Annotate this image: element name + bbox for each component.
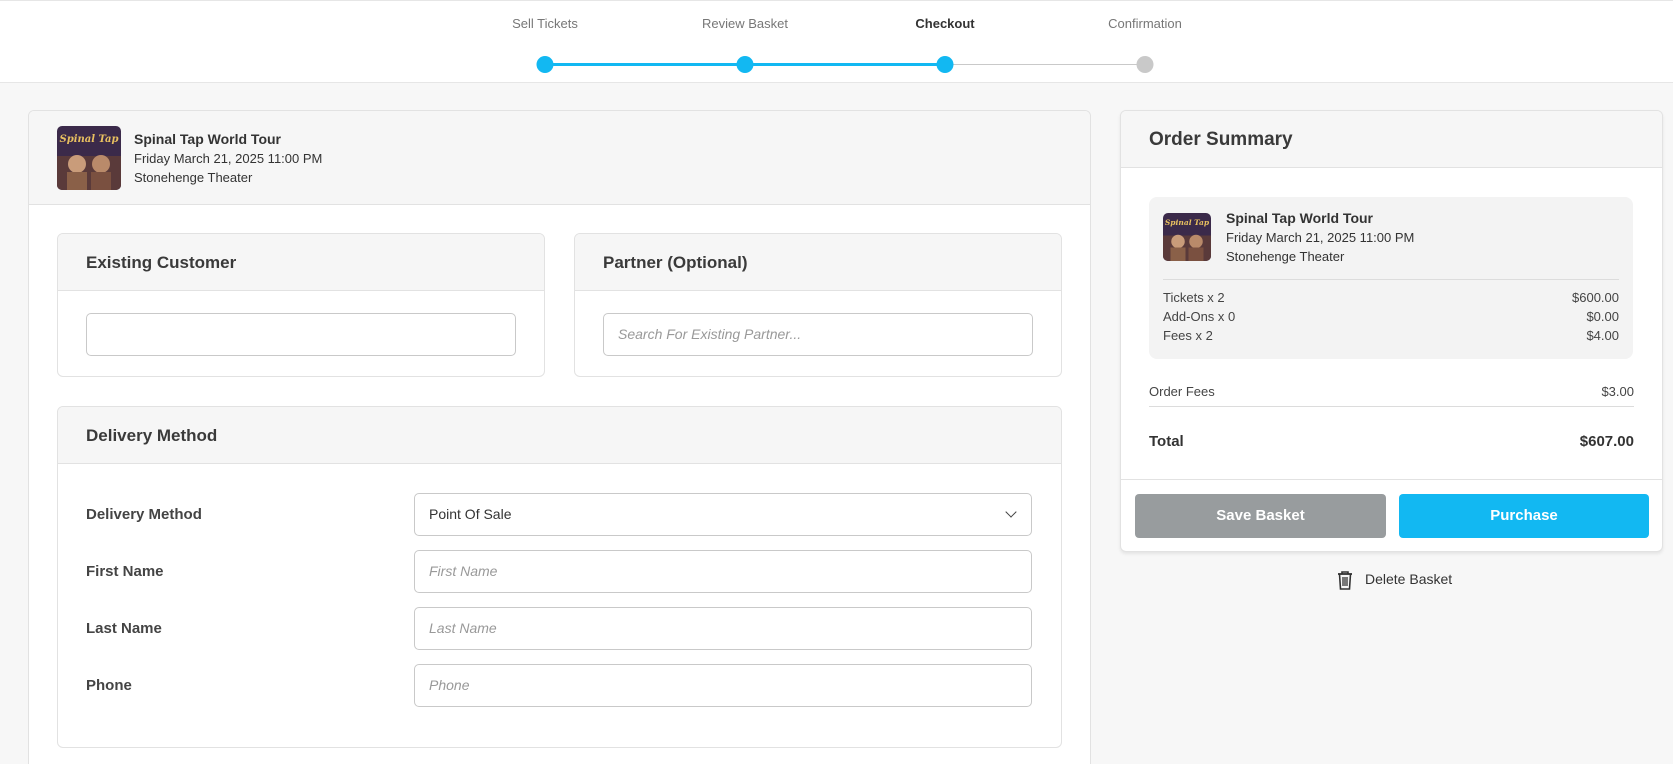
progress-line-pending bbox=[945, 64, 1145, 65]
order-fees-divider bbox=[1149, 406, 1634, 407]
delivery-method-title: Delivery Method bbox=[86, 426, 218, 445]
step-dot-sell-tickets[interactable] bbox=[536, 56, 554, 73]
event-venue: Stonehenge Theater bbox=[134, 170, 253, 185]
save-basket-button[interactable]: Save Basket bbox=[1135, 494, 1386, 538]
delivery-method-select[interactable]: Point Of Sale bbox=[414, 493, 1032, 536]
addons-line-value: $0.00 bbox=[1586, 309, 1619, 324]
partner-search-input[interactable]: Search For Existing Partner... bbox=[603, 313, 1033, 356]
summary-event-venue: Stonehenge Theater bbox=[1226, 249, 1345, 264]
event-title: Spinal Tap World Tour bbox=[134, 131, 281, 147]
delivery-method-label: Delivery Method bbox=[86, 506, 202, 523]
last-name-input[interactable]: Last Name bbox=[414, 607, 1032, 650]
summary-item-divider bbox=[1163, 279, 1619, 280]
event-poster-image: Spinal Tap bbox=[57, 126, 121, 190]
total-label: Total bbox=[1149, 433, 1184, 450]
step-dot-review-basket[interactable] bbox=[736, 56, 754, 73]
first-name-input[interactable]: First Name bbox=[414, 550, 1032, 593]
partner-header: Partner (Optional) bbox=[575, 234, 1061, 291]
delivery-method-header: Delivery Method bbox=[58, 407, 1061, 464]
delivery-method-value: Point Of Sale bbox=[429, 506, 512, 522]
delivery-method-card: Delivery Method Delivery Method Point Of… bbox=[57, 406, 1062, 748]
summary-event-info: Spinal Tap World Tour Friday March 21, 2… bbox=[1226, 209, 1414, 266]
order-fees-value: $3.00 bbox=[1601, 384, 1634, 399]
existing-customer-title: Existing Customer bbox=[86, 253, 237, 272]
poster-logo-text: Spinal Tap bbox=[60, 134, 119, 145]
partner-card: Partner (Optional) Search For Existing P… bbox=[574, 233, 1062, 377]
existing-customer-header: Existing Customer bbox=[58, 234, 544, 291]
step-review-basket[interactable]: Review Basket bbox=[702, 16, 788, 31]
checkout-stepper: Sell Tickets Review Basket Checkout Conf… bbox=[0, 0, 1673, 83]
step-sell-tickets[interactable]: Sell Tickets bbox=[512, 16, 578, 31]
order-fees-label: Order Fees bbox=[1149, 384, 1215, 399]
phone-label: Phone bbox=[86, 677, 132, 694]
event-date: Friday March 21, 2025 11:00 PM bbox=[134, 151, 323, 166]
tickets-line-label: Tickets x 2 bbox=[1163, 290, 1225, 305]
first-name-label: First Name bbox=[86, 563, 164, 580]
tickets-line-value: $600.00 bbox=[1572, 290, 1619, 305]
fees-line-value: $4.00 bbox=[1586, 328, 1619, 343]
summary-event-title: Spinal Tap World Tour bbox=[1226, 210, 1373, 226]
total-value: $607.00 bbox=[1579, 433, 1634, 450]
summary-event-date: Friday March 21, 2025 11:00 PM bbox=[1226, 230, 1415, 245]
order-summary-panel: Order Summary Spinal Tap Spinal Tap Worl… bbox=[1120, 110, 1663, 552]
event-header: Spinal Tap Spinal Tap World Tour Friday … bbox=[29, 111, 1090, 205]
existing-customer-card: Existing Customer bbox=[57, 233, 545, 377]
partner-title: Partner (Optional) bbox=[603, 253, 748, 272]
existing-customer-input[interactable] bbox=[86, 313, 516, 356]
summary-footer-divider bbox=[1121, 479, 1662, 480]
step-dot-confirmation bbox=[1136, 56, 1154, 73]
phone-input[interactable]: Phone bbox=[414, 664, 1032, 707]
step-confirmation: Confirmation bbox=[1108, 16, 1182, 31]
order-summary-title: Order Summary bbox=[1149, 129, 1293, 150]
chevron-down-icon bbox=[1005, 506, 1017, 518]
fees-line-label: Fees x 2 bbox=[1163, 328, 1213, 343]
checkout-form-panel: Spinal Tap Spinal Tap World Tour Friday … bbox=[28, 110, 1091, 764]
summary-event-poster-image: Spinal Tap bbox=[1163, 213, 1211, 261]
summary-poster-logo-text: Spinal Tap bbox=[1165, 218, 1210, 227]
event-info: Spinal Tap World Tour Friday March 21, 2… bbox=[134, 130, 322, 187]
summary-event-item: Spinal Tap Spinal Tap World Tour Friday … bbox=[1149, 197, 1633, 359]
step-dot-checkout bbox=[936, 56, 954, 73]
addons-line-label: Add-Ons x 0 bbox=[1163, 309, 1236, 324]
delete-basket-label: Delete Basket bbox=[1365, 571, 1453, 587]
order-summary-header: Order Summary bbox=[1121, 111, 1662, 168]
step-checkout: Checkout bbox=[915, 16, 975, 31]
purchase-button[interactable]: Purchase bbox=[1399, 494, 1649, 538]
last-name-label: Last Name bbox=[86, 620, 162, 637]
trash-icon bbox=[1335, 569, 1355, 594]
